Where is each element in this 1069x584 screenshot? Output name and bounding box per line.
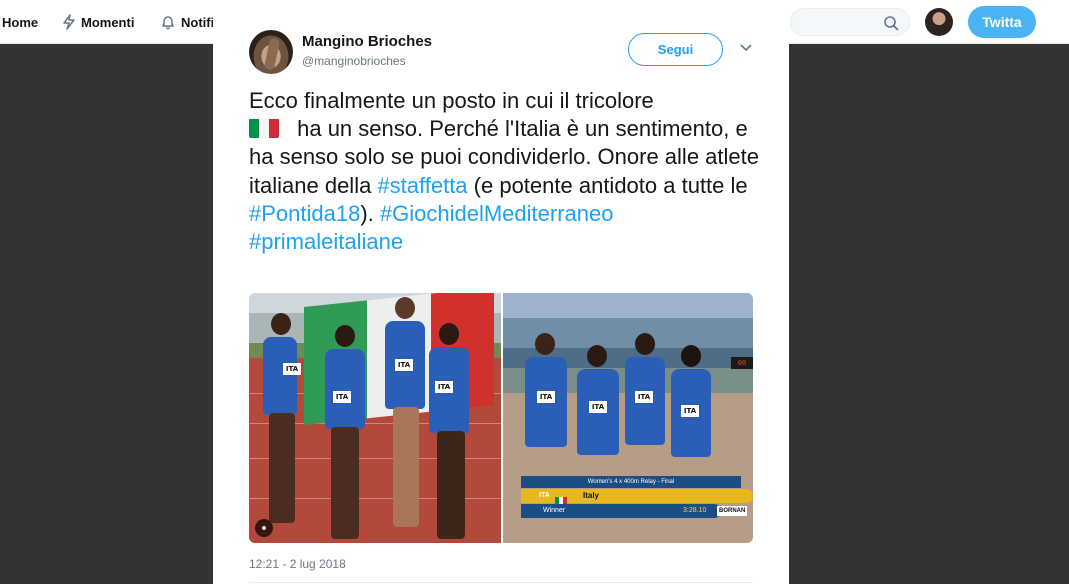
hashtag-link[interactable]: #primaleitaliane: [249, 229, 403, 254]
bib: ITA: [435, 381, 453, 393]
bib: ITA: [283, 363, 301, 375]
broadcast-time: 3:28.10: [683, 507, 707, 514]
tweet-text-part: (e potente antidoto a tutte le: [467, 172, 748, 198]
nav-home[interactable]: Home: [2, 0, 38, 44]
tweet-modal: Mangino Brioches @manginobrioches Segui …: [213, 1, 789, 584]
tweet-text: Ecco finalmente un posto in cui il trico…: [249, 87, 759, 256]
nav-home-label: Home: [2, 14, 39, 30]
chevron-down-icon[interactable]: [739, 43, 753, 53]
bib: ITA: [589, 401, 607, 413]
bib: ITA: [537, 391, 555, 403]
italy-flag-emoji: [249, 118, 279, 139]
broadcast-logo: BORNAN: [717, 506, 748, 516]
hashtag-link[interactable]: #staffetta: [377, 173, 467, 198]
tweet-button[interactable]: Twitta: [968, 6, 1036, 38]
nav-moments-label: Momenti: [81, 14, 135, 30]
account-avatar[interactable]: [925, 8, 953, 36]
divider: [249, 582, 753, 583]
broadcast-title: Women's 4 x 400m Relay - Final: [521, 476, 741, 488]
tweet-photo-2[interactable]: 00 ITA ITA ITA ITA Women's 4 x 400m Rela…: [503, 293, 753, 543]
bib: ITA: [681, 405, 699, 417]
tweet-text-part: ).: [360, 200, 380, 226]
hashtag-link[interactable]: #GiochidelMediterraneo: [380, 201, 614, 226]
bib: ITA: [395, 359, 413, 371]
bell-icon: [162, 16, 174, 30]
tweet-photo-1[interactable]: ITA ITA ITA ITA: [249, 293, 501, 543]
bib: ITA: [635, 391, 653, 403]
search-icon: [884, 16, 899, 31]
stadium-scoreboard: 00: [731, 357, 753, 369]
italy-flag-icon: [555, 492, 567, 505]
broadcast-country-code: ITA: [539, 492, 550, 499]
broadcast-winner-label: Winner: [543, 507, 566, 514]
author-handle[interactable]: @manginobrioches: [302, 54, 406, 68]
broadcast-country: Italy: [583, 491, 600, 500]
hashtag-link[interactable]: #Pontida18: [249, 201, 360, 226]
author-name[interactable]: Mangino Brioches: [302, 33, 432, 50]
info-icon[interactable]: [255, 519, 273, 537]
bib: ITA: [333, 391, 351, 403]
tweet-text-part: Ecco finalmente un posto in cui il trico…: [249, 88, 654, 113]
follow-button[interactable]: Segui: [628, 33, 723, 66]
nav-moments[interactable]: Momenti: [62, 0, 134, 44]
search-input[interactable]: [790, 8, 910, 36]
author-avatar[interactable]: [249, 30, 293, 74]
lightning-icon: [63, 14, 75, 30]
tweet-timestamp[interactable]: 12:21 - 2 lug 2018: [249, 557, 346, 571]
